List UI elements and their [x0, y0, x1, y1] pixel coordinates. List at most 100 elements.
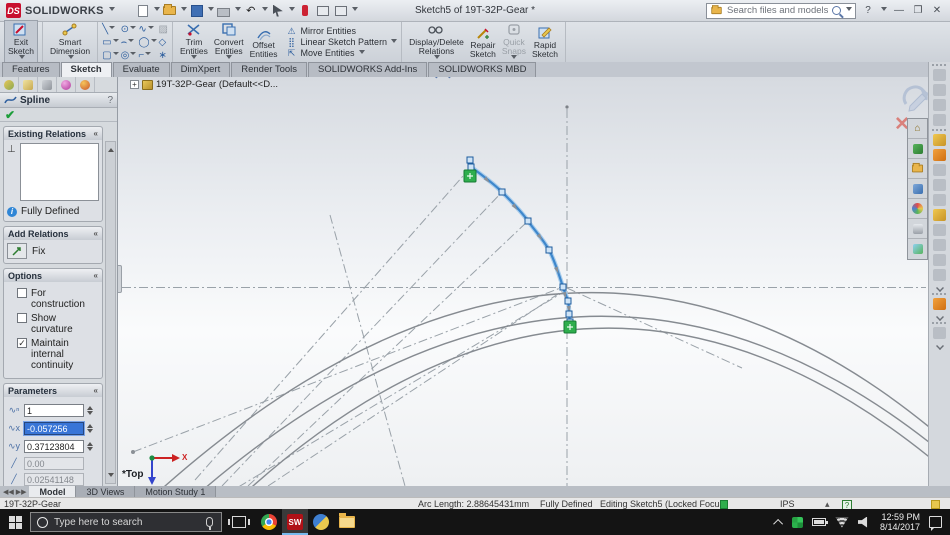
parameters-header[interactable]: Parameters « [4, 384, 102, 397]
quick-snaps-button[interactable]: Quick Snaps [499, 21, 529, 64]
extrude-boss-button[interactable] [933, 134, 946, 146]
convert-entities-button[interactable]: Convert Entities [211, 21, 247, 64]
collapse-chevron-icon[interactable]: « [94, 229, 98, 238]
tree-expander-icon[interactable]: + [130, 80, 139, 89]
tab-scroll-buttons[interactable]: ◀◀ ▶▶ [0, 486, 29, 497]
file-explorer-taskbar-icon[interactable] [334, 509, 360, 535]
spline-control-points[interactable] [466, 156, 574, 326]
rail-button[interactable] [933, 114, 946, 126]
displaymanager-tab[interactable] [76, 77, 95, 92]
linear-pattern-button[interactable]: ⣿ Linear Sketch Pattern [286, 37, 398, 47]
slot-tool[interactable]: ▢ [102, 50, 119, 61]
mirror-entities-button[interactable]: ⚠ Mirror Entities [286, 26, 398, 37]
rail-button[interactable] [933, 69, 946, 81]
configurationmanager-tab[interactable] [38, 77, 57, 92]
text-tool[interactable]: ∗ [159, 50, 168, 61]
rail-grip[interactable] [931, 64, 948, 66]
open-icon[interactable] [162, 3, 178, 18]
tray-expand-icon[interactable] [773, 518, 783, 529]
restore-button[interactable]: ❐ [911, 5, 925, 16]
scroll-up-icon[interactable] [108, 145, 114, 152]
microphone-icon[interactable] [206, 517, 213, 530]
point-number-field[interactable]: 1 [24, 404, 84, 417]
spline-tool[interactable]: ∿ [138, 24, 156, 35]
select-icon[interactable] [270, 3, 286, 18]
fix-relation-button[interactable]: Fix [7, 243, 99, 259]
point-number-spinner[interactable] [87, 403, 93, 418]
trim-entities-button[interactable]: Trim Entities [177, 21, 211, 64]
revolve-cut-button[interactable] [933, 239, 946, 251]
sketch-origin[interactable] [148, 454, 180, 485]
sweep-button[interactable] [933, 164, 946, 176]
polygon-tool[interactable]: ◇ [159, 37, 168, 48]
graphics-area[interactable]: + 19T-32P-Gear (Default<<D... ▣ ▣ — ❐ ✕ [118, 77, 928, 486]
new-caret-icon[interactable] [153, 7, 160, 14]
for-construction-checkbox[interactable]: For construction [17, 288, 99, 310]
arc-tool[interactable]: ⌢ [121, 37, 137, 48]
revolve-boss-button[interactable] [933, 149, 946, 161]
taskbar-clock[interactable]: 12:59 PM 8/14/2017 [880, 512, 920, 533]
x-coordinate-spinner[interactable] [87, 421, 93, 436]
action-center-icon[interactable] [929, 516, 942, 528]
motion-study-tab[interactable]: Motion Study 1 [135, 486, 217, 497]
collapse-chevron-icon[interactable]: « [94, 271, 98, 280]
print-icon[interactable] [216, 3, 232, 18]
fillet-button[interactable] [933, 254, 946, 266]
tab-evaluate[interactable]: Evaluate [112, 62, 170, 77]
undo-caret-icon[interactable] [261, 7, 268, 14]
file-search-box[interactable]: Search files and models [706, 2, 856, 19]
tab-dimxpert[interactable]: DimXpert [170, 62, 231, 77]
extrude-cut-button[interactable] [933, 209, 946, 221]
3d-views-tab[interactable]: 3D Views [76, 486, 136, 497]
file-explorer-tab[interactable] [908, 159, 927, 179]
construction-line[interactable] [329, 214, 406, 486]
panel-scrollbar[interactable] [105, 141, 116, 484]
collapse-chevron-icon[interactable]: « [94, 129, 98, 138]
boundary-button[interactable] [933, 194, 946, 206]
open-caret-icon[interactable] [180, 7, 187, 14]
move-entities-button[interactable]: ⇱ Move Entities [286, 48, 398, 58]
dimxpertmanager-tab[interactable] [57, 77, 76, 92]
point-tool[interactable]: ◎ [121, 50, 137, 61]
status-units[interactable]: IPS [780, 499, 795, 509]
options-icon[interactable] [333, 3, 349, 18]
close-button[interactable]: ✕ [930, 5, 944, 16]
propertymanager-tab[interactable] [19, 77, 38, 92]
tab-solidworks-mbd[interactable]: SOLIDWORKS MBD [428, 62, 537, 77]
existing-relations-header[interactable]: Existing Relations « [4, 127, 102, 140]
maintain-internal-continuity-checkbox[interactable]: ✓ Maintain internal continuity [17, 338, 99, 371]
options-header[interactable]: Options « [4, 269, 102, 282]
construction-line[interactable] [180, 289, 568, 486]
design-library-tab[interactable] [908, 139, 927, 159]
volume-icon[interactable] [857, 516, 868, 528]
task-view-button[interactable] [228, 516, 250, 528]
show-curvature-checkbox[interactable]: Show curvature [17, 313, 99, 335]
rebuild-icon[interactable] [297, 3, 313, 18]
start-button[interactable] [0, 515, 30, 529]
minimize-button[interactable]: — [892, 5, 906, 16]
chrome-taskbar-icon[interactable] [256, 509, 282, 535]
wifi-icon[interactable] [834, 516, 849, 528]
rail-more-chevron-icon[interactable] [933, 313, 946, 319]
brand-caret-icon[interactable] [108, 7, 115, 14]
move-caret-icon[interactable] [358, 49, 365, 57]
edrawings-taskbar-icon[interactable] [308, 509, 334, 535]
linear-pattern-caret-icon[interactable] [391, 38, 398, 46]
rail-more-chevron-icon[interactable] [933, 284, 946, 290]
loft-button[interactable] [933, 179, 946, 191]
offset-entities-button[interactable]: Offset Entities [247, 24, 281, 60]
repair-sketch-button[interactable]: Repair Sketch [467, 24, 499, 60]
line-tool[interactable]: ╲ [102, 24, 118, 35]
construction-line[interactable] [194, 166, 472, 481]
rail-button[interactable] [933, 84, 946, 96]
hole-wizard-button[interactable] [933, 224, 946, 236]
save-caret-icon[interactable] [207, 7, 214, 14]
scroll-down-icon[interactable] [108, 473, 114, 480]
add-relations-header[interactable]: Add Relations « [4, 227, 102, 240]
taskbar-search-box[interactable]: Type here to search [30, 512, 222, 532]
reference-geometry-button[interactable] [933, 298, 946, 310]
tab-features[interactable]: Features [2, 62, 60, 77]
rail-button[interactable] [933, 99, 946, 111]
y-coordinate-spinner[interactable] [87, 439, 93, 454]
appearances-scenes-tab[interactable] [908, 199, 927, 219]
